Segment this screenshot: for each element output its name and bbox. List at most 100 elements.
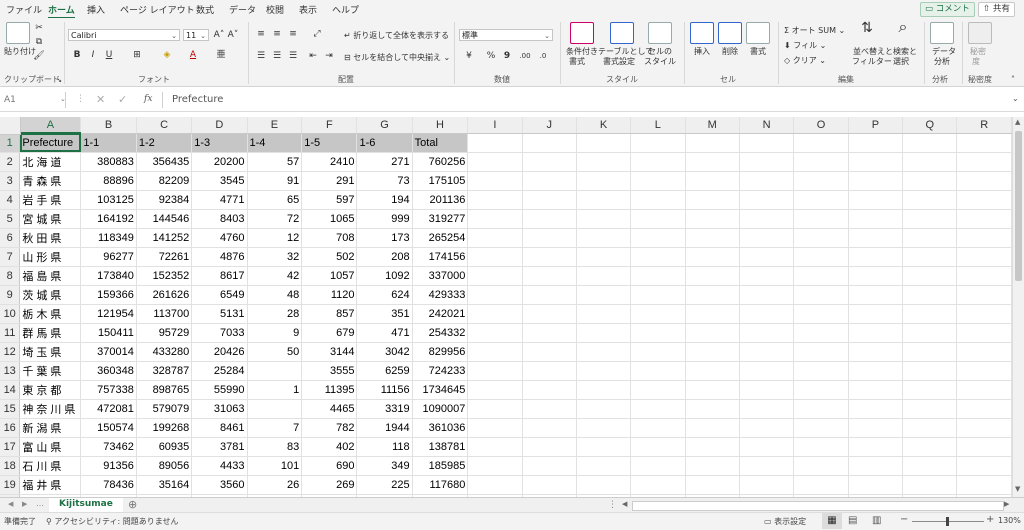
cell[interactable] bbox=[739, 361, 795, 381]
cell[interactable] bbox=[630, 456, 686, 476]
cell[interactable]: 782 bbox=[301, 418, 358, 438]
cell[interactable]: 360348 bbox=[80, 361, 137, 381]
cell[interactable] bbox=[956, 323, 1012, 343]
cell[interactable] bbox=[739, 152, 795, 172]
cell[interactable]: 91 bbox=[247, 171, 303, 191]
cell[interactable] bbox=[685, 475, 740, 495]
column-header[interactable]: P bbox=[848, 117, 904, 134]
find-select-icon[interactable]: ⌕ bbox=[896, 19, 910, 35]
cell[interactable] bbox=[956, 475, 1012, 495]
cell[interactable]: 1120 bbox=[301, 285, 358, 305]
cell[interactable] bbox=[522, 228, 577, 248]
cell[interactable]: 159366 bbox=[80, 285, 137, 305]
cell[interactable] bbox=[630, 190, 686, 210]
row-header[interactable]: 11 bbox=[0, 323, 21, 343]
cut-icon[interactable]: ✂ bbox=[32, 22, 46, 34]
cell[interactable]: 32 bbox=[247, 247, 303, 267]
cell[interactable] bbox=[902, 171, 958, 191]
cell[interactable] bbox=[522, 380, 577, 400]
cell[interactable] bbox=[956, 285, 1012, 305]
cell[interactable]: 11156 bbox=[356, 380, 413, 400]
column-header[interactable]: M bbox=[685, 117, 740, 134]
cell[interactable]: 50 bbox=[247, 342, 303, 362]
cell[interactable] bbox=[902, 399, 958, 419]
cell[interactable] bbox=[522, 418, 577, 438]
cell[interactable]: 4760 bbox=[191, 228, 248, 248]
cell[interactable]: 201136 bbox=[412, 190, 469, 210]
cell[interactable] bbox=[739, 190, 795, 210]
column-header[interactable]: G bbox=[356, 117, 413, 134]
cell[interactable] bbox=[739, 456, 795, 476]
percent-icon[interactable]: % bbox=[484, 50, 498, 62]
column-header[interactable]: R bbox=[956, 117, 1012, 134]
align-left-icon[interactable]: ☰ bbox=[254, 50, 268, 62]
cell[interactable] bbox=[685, 342, 740, 362]
cell[interactable] bbox=[467, 247, 523, 267]
cell[interactable] bbox=[467, 456, 523, 476]
cell[interactable]: 26 bbox=[247, 475, 303, 495]
row-header[interactable]: 18 bbox=[0, 456, 21, 476]
cell[interactable] bbox=[956, 380, 1012, 400]
cell[interactable] bbox=[576, 304, 632, 324]
cell[interactable]: 361036 bbox=[412, 418, 469, 438]
cell[interactable] bbox=[848, 247, 904, 267]
cancel-icon[interactable]: ✕ bbox=[96, 93, 105, 106]
cell[interactable] bbox=[902, 133, 958, 153]
cell[interactable] bbox=[739, 475, 795, 495]
cell[interactable] bbox=[522, 323, 577, 343]
align-right-icon[interactable]: ☰ bbox=[286, 50, 300, 62]
cell[interactable] bbox=[793, 133, 849, 153]
cell[interactable]: 380883 bbox=[80, 152, 137, 172]
cell[interactable] bbox=[522, 266, 577, 286]
cell[interactable]: 48 bbox=[247, 285, 303, 305]
zoom-in-icon[interactable]: + bbox=[986, 514, 994, 525]
cell[interactable] bbox=[630, 285, 686, 305]
page-layout-view-icon[interactable]: ▤ bbox=[848, 513, 857, 529]
cell[interactable]: 242021 bbox=[412, 304, 469, 324]
tab-view[interactable]: 表示 bbox=[299, 3, 317, 16]
cell[interactable] bbox=[685, 152, 740, 172]
cell[interactable]: 121954 bbox=[80, 304, 137, 324]
cell[interactable] bbox=[522, 437, 577, 457]
page-break-view-icon[interactable]: ▥ bbox=[872, 513, 881, 529]
cell[interactable]: 埼玉県 bbox=[19, 342, 82, 362]
cell[interactable] bbox=[902, 323, 958, 343]
cell[interactable] bbox=[576, 247, 632, 267]
cell[interactable]: 8617 bbox=[191, 266, 248, 286]
cell[interactable] bbox=[522, 247, 577, 267]
cell[interactable] bbox=[630, 171, 686, 191]
cell[interactable]: 173840 bbox=[80, 266, 137, 286]
cell[interactable]: 164192 bbox=[80, 209, 137, 229]
normal-view-icon[interactable]: ▦ bbox=[822, 513, 842, 529]
cell[interactable]: 103125 bbox=[80, 190, 137, 210]
cell[interactable] bbox=[576, 380, 632, 400]
align-center-icon[interactable]: ☰ bbox=[270, 50, 284, 62]
cell[interactable]: 118 bbox=[356, 437, 413, 457]
cell[interactable]: 185985 bbox=[412, 456, 469, 476]
cell[interactable] bbox=[576, 361, 632, 381]
row-header[interactable]: 14 bbox=[0, 380, 21, 400]
cell[interactable]: 35164 bbox=[136, 475, 193, 495]
cell[interactable]: 2410 bbox=[301, 152, 358, 172]
cell[interactable] bbox=[793, 228, 849, 248]
analyze-data-icon[interactable] bbox=[930, 22, 954, 44]
cell[interactable] bbox=[576, 209, 632, 229]
column-header[interactable]: O bbox=[793, 117, 849, 134]
cell[interactable]: 11395 bbox=[301, 380, 358, 400]
cell[interactable] bbox=[739, 266, 795, 286]
fill-button[interactable]: ⬇ フィル ⌄ bbox=[784, 40, 826, 51]
cell[interactable] bbox=[576, 171, 632, 191]
row-header[interactable]: 12 bbox=[0, 342, 21, 362]
increase-font-icon[interactable]: A˄ bbox=[212, 29, 226, 41]
cell[interactable]: 89056 bbox=[136, 456, 193, 476]
prev-sheet-icon[interactable]: ◀ bbox=[8, 500, 13, 508]
cell[interactable] bbox=[848, 190, 904, 210]
cell[interactable] bbox=[247, 361, 303, 381]
cell[interactable]: 150411 bbox=[80, 323, 137, 343]
cell[interactable]: 山形県 bbox=[19, 247, 82, 267]
number-format-combo[interactable]: 標準 ⌄ bbox=[459, 29, 553, 41]
cell[interactable] bbox=[848, 304, 904, 324]
cell[interactable] bbox=[793, 475, 849, 495]
cell[interactable] bbox=[630, 399, 686, 419]
cell[interactable]: 194 bbox=[356, 190, 413, 210]
